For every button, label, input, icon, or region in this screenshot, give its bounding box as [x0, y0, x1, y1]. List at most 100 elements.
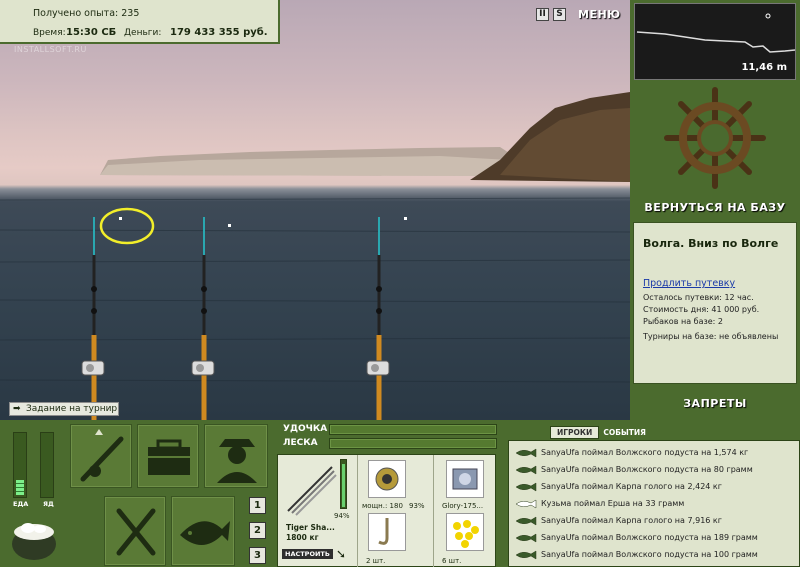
rod-capacity: 1800 кг: [286, 533, 319, 542]
rod-condition-fill: [342, 463, 345, 507]
rod-select-3[interactable]: 3: [249, 547, 266, 564]
fish-icon: [515, 533, 537, 543]
chat-message-text: SanyaUfa поймал Волжского подуста на 1,5…: [541, 448, 749, 457]
extend-trip-link[interactable]: Продлить путевку: [643, 278, 787, 289]
chat-tabs: ИГРОКИ СОБЫТИЯ: [550, 425, 646, 439]
chat-panel: ИГРОКИ СОБЫТИЯ SanyaUfa поймал Волжского…: [504, 420, 800, 567]
chat-message-text: Кузьма поймал Ерша на 33 грамм: [541, 499, 685, 508]
top-controls: II S МЕНЮ: [536, 6, 621, 22]
arrow-right-icon: ➡: [13, 404, 21, 414]
bottom-panel: ЕДА ЯД 1 2 3 УДОЧКА ЛЕСКА 94% Tiger Sha.…: [0, 420, 800, 567]
depth-value: 11,46 m: [741, 62, 787, 73]
fish-icon: [515, 550, 537, 560]
line-slot[interactable]: Glory-175... 6 шт.: [434, 455, 497, 567]
tournament-task-label: Задание на турнир: [26, 404, 118, 414]
rod-row: УДОЧКА: [279, 424, 497, 436]
tab-players[interactable]: ИГРОКИ: [550, 425, 600, 439]
reel-icon: [368, 460, 406, 498]
fish-cage-tile[interactable]: [171, 496, 235, 566]
chat-message: SanyaUfa поймал Карпа голого на 7,916 кг: [509, 513, 800, 529]
arrow-down-right-icon: ➘: [336, 547, 347, 561]
stats-panel: Получено опыта: 235 Время: 15:30 СБ День…: [0, 0, 280, 44]
rods-tile[interactable]: [70, 424, 132, 488]
rod-slot[interactable]: 94% Tiger Sha... 1800 кг НАСТРОИТЬ ➘: [278, 455, 358, 567]
location-panel: Волга. Вниз по Волге Продлить путевку Ос…: [633, 222, 797, 384]
chat-message-text: SanyaUfa поймал Волжского подуста на 189…: [541, 533, 758, 542]
rod-item-icon: [287, 466, 337, 516]
fish-icon: [515, 448, 537, 458]
time-label: Время:: [33, 28, 66, 38]
food-pot-icon[interactable]: [8, 512, 60, 564]
rod-label: УДОЧКА: [283, 424, 328, 434]
return-to-base-button[interactable]: ВЕРНУТЬСЯ НА БАЗУ: [630, 201, 800, 214]
hooks-count: 2 шт.: [366, 557, 386, 565]
line-label: ЛЕСКА: [283, 438, 318, 448]
fish-icon: [515, 465, 537, 475]
chat-message-text: SanyaUfa поймал Волжского подуста на 80 …: [541, 465, 753, 474]
experience-text: Получено опыта: 235: [33, 8, 140, 19]
location-info-1: Осталось путевки: 12 час.: [643, 293, 754, 302]
fish-icon: [515, 516, 537, 526]
depth-chart: 11,46 m: [634, 3, 796, 80]
chat-message: SanyaUfa поймал Карпа голого на 2,424 кг: [509, 479, 800, 495]
chat-message-text: SanyaUfa поймал Волжского подуста на 100…: [541, 550, 758, 559]
location-title: Волга. Вниз по Волге: [643, 237, 779, 250]
tackle-box-tile[interactable]: [137, 424, 199, 488]
pause-button[interactable]: II: [536, 7, 549, 21]
rod-select-2[interactable]: 2: [249, 522, 266, 539]
fishing-line-icon: [446, 460, 484, 498]
chat-message: SanyaUfa поймал Волжского подуста на 189…: [509, 530, 800, 546]
food-label: ЕДА: [13, 500, 29, 508]
rod-name: Tiger Sha...: [286, 523, 335, 532]
fisherman-icon: [217, 439, 257, 483]
fork-knife-icon: [116, 508, 156, 556]
fish-icon: [515, 499, 537, 509]
money-label: Деньги:: [124, 28, 162, 38]
bait-count: 6 шт.: [442, 557, 462, 565]
food-meter: [13, 432, 27, 498]
chat-message-list: SanyaUfa поймал Волжского подуста на 1,5…: [508, 440, 800, 567]
tackle-box-icon: [148, 439, 190, 475]
location-info-4: Турниры на базе: не объявлены: [643, 332, 779, 341]
cooking-tile[interactable]: [104, 496, 166, 566]
setup-button[interactable]: НАСТРОИТЬ: [282, 549, 333, 559]
ship-wheel-icon: [664, 87, 766, 189]
fisherman-tile[interactable]: [204, 424, 268, 488]
poison-meter: [40, 432, 54, 498]
watermark: INSTALLSOFT.RU: [14, 45, 87, 54]
rod-3[interactable]: [355, 215, 395, 420]
chat-message: SanyaUfa поймал Волжского подуста на 80 …: [509, 462, 800, 478]
line-name: Glory-175...: [442, 502, 484, 510]
tournament-task-button[interactable]: ➡ Задание на турнир: [9, 402, 119, 416]
chat-message: Кузьма поймал Ерша на 33 грамм: [509, 496, 800, 512]
line-row: ЛЕСКА: [279, 438, 497, 450]
bans-button[interactable]: ЗАПРЕТЫ: [630, 397, 800, 410]
sound-button[interactable]: S: [553, 7, 566, 21]
fish-icon: [180, 521, 230, 545]
rod-select-1[interactable]: 1: [249, 497, 266, 514]
chat-message: SanyaUfa поймал Волжского подуста на 1,5…: [509, 445, 800, 461]
reel-power: мощн.: 180: [362, 502, 403, 510]
chat-message: SanyaUfa поймал Волжского подуста на 100…: [509, 547, 800, 563]
rod-condition-meter: [340, 459, 347, 509]
fishing-scene[interactable]: Получено опыта: 235 Время: 15:30 СБ День…: [0, 0, 630, 420]
hook-icon: [368, 513, 406, 551]
tab-events[interactable]: СОБЫТИЯ: [603, 428, 646, 437]
rod-bar: [329, 424, 497, 435]
bait-icon: [446, 513, 484, 551]
gear-panel: УДОЧКА ЛЕСКА 94% Tiger Sha... 1800 кг НА: [275, 420, 497, 567]
fishing-rod-icon: [80, 429, 124, 482]
gear-slots: 94% Tiger Sha... 1800 кг НАСТРОИТЬ ➘ мощ…: [277, 454, 496, 567]
rod-2[interactable]: [180, 215, 220, 420]
right-panel: 11,46 m ВЕРНУТЬСЯ НА БАЗУ Волга. Вниз по…: [630, 0, 800, 420]
location-info-3: Рыбаков на базе: 2: [643, 317, 723, 326]
rod-1[interactable]: [70, 215, 110, 420]
reel-percent: 93%: [409, 502, 425, 510]
menu-button[interactable]: МЕНЮ: [578, 8, 621, 21]
fish-icon: [515, 482, 537, 492]
reel-slot[interactable]: мощн.: 180 93% 2 шт.: [358, 455, 434, 567]
money-value: 179 433 355 руб.: [170, 27, 268, 38]
food-meter-fill: [16, 480, 24, 495]
location-info-2: Стоимость дня: 41 000 руб.: [643, 305, 760, 314]
chat-message-text: SanyaUfa поймал Карпа голого на 7,916 кг: [541, 516, 722, 525]
